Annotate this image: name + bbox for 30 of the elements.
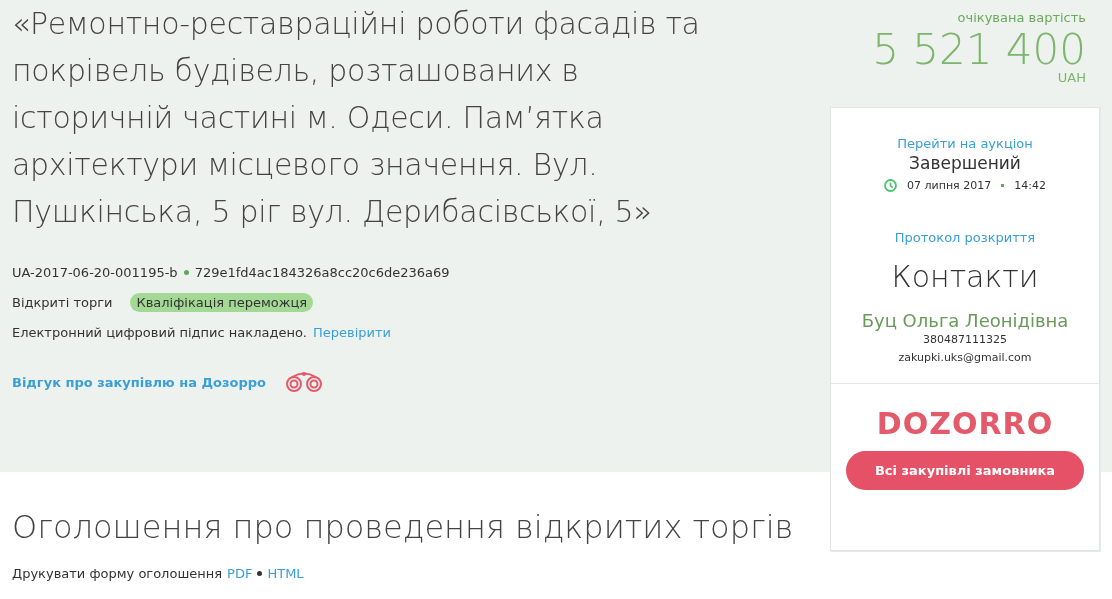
currency-label: UAH (1056, 72, 1086, 84)
review-link[interactable]: Відгук про закупівлю на Дозорро (12, 374, 266, 390)
auction-status: Завершений (909, 153, 1021, 173)
separator-dot (183, 269, 189, 275)
price-amount: 5 521 400 (871, 28, 1086, 72)
contact-name: Буц Ольга Леонідівна (861, 310, 1069, 331)
customer-tenders-button[interactable]: Всі закупівлі замовника (846, 451, 1084, 490)
tender-id: UA-2017-06-20-001195-b (12, 264, 178, 280)
tender-hash: 729e1fd4ac184326a8cc20c6de236a69 (194, 264, 450, 280)
procedure-type: Відкриті торги (12, 294, 113, 310)
format-link[interactable]: PDF (227, 566, 253, 581)
binoculars-icon (284, 371, 324, 393)
signature-text: Електронний цифровий підпис накладено. (12, 324, 307, 340)
verify-link[interactable]: Перевірити (313, 324, 391, 340)
auction-date: 07 липня 2017 (907, 179, 992, 192)
separator-dot (257, 571, 263, 576)
format-link[interactable]: HTML (267, 566, 304, 581)
contact-email: zakupki.uks@gmail.com (898, 350, 1032, 366)
clock-icon (884, 179, 898, 192)
tender-title: «Ремонтно-реставраційні роботи фасадів та покрівель будівель, розташованих в історичній частині м. Одеси. Пам’ятка архітектури місцевого значення. Вул. Пушкінська, 5 ріг вул. Дерибасівської, 5» (12, 5, 701, 231)
auction-link[interactable]: Перейти на аукціон (897, 136, 1033, 151)
section-heading: Оголошення про проведення відкритих торгів (12, 507, 795, 548)
protocol-link[interactable]: Протокол розкриття (894, 230, 1036, 245)
price-label: очікувана вартість (956, 10, 1086, 25)
status-badge: Кваліфікація переможця (130, 292, 314, 312)
print-label: Друкувати форму оголошення (12, 566, 223, 581)
contacts-heading: Контакти (891, 259, 1039, 294)
contact-phone: 380487111325 (923, 332, 1007, 348)
dozorro-logo: DOZORRO (876, 406, 1054, 441)
auction-time: 14:42 (1014, 179, 1046, 192)
